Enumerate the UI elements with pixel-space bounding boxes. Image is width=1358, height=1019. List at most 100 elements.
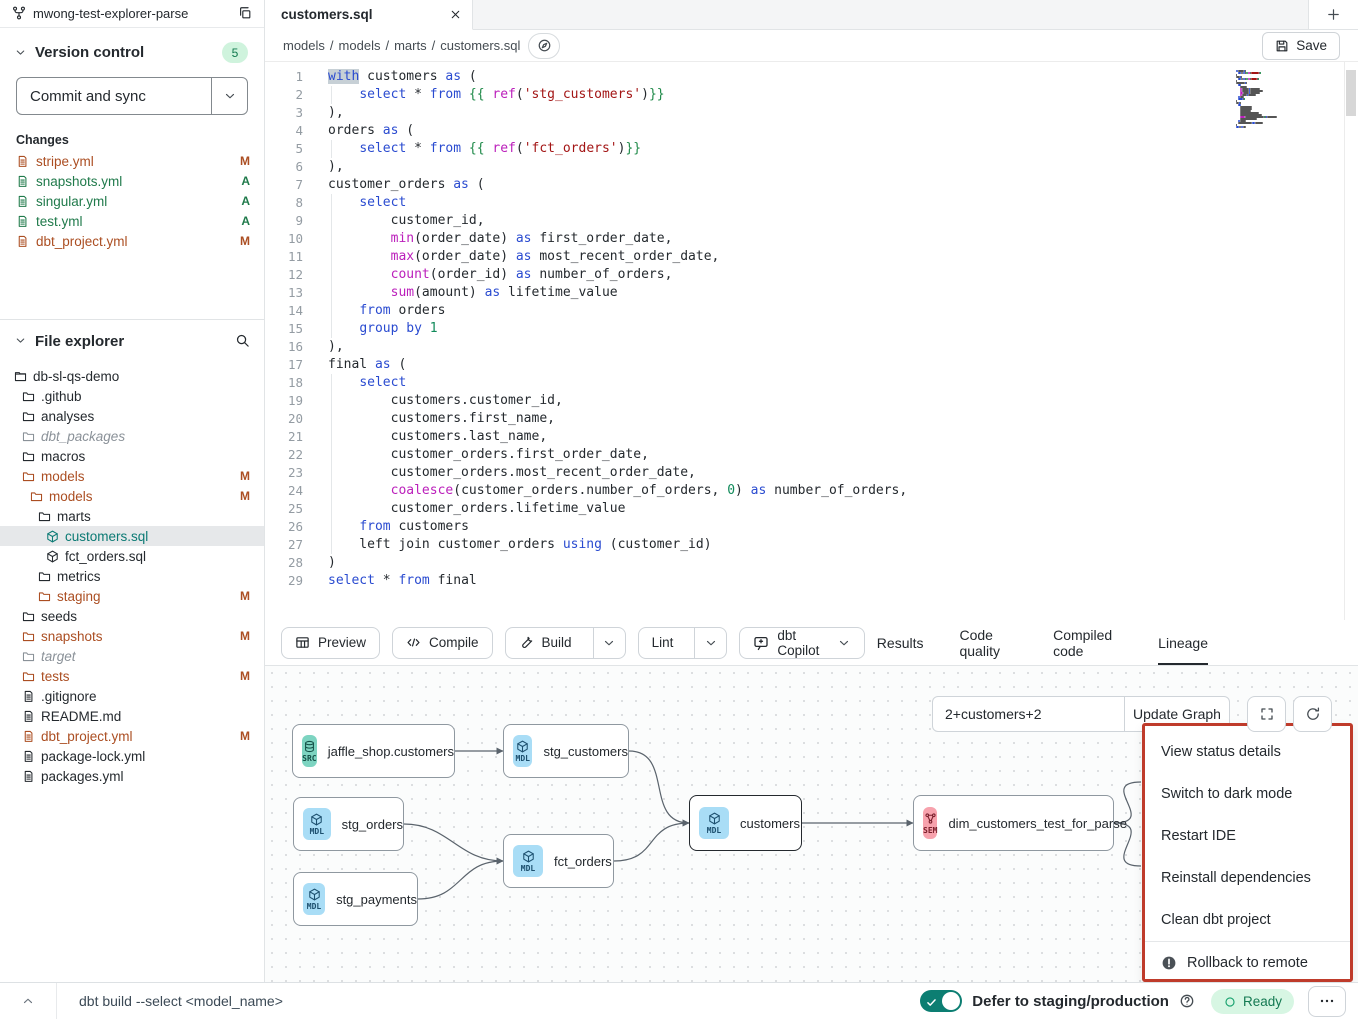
tree-item-snapshots[interactable]: snapshotsM bbox=[0, 626, 264, 646]
lineage-node-dim[interactable]: SEM dim_customers_test_for_parse bbox=[913, 795, 1114, 851]
tree-item-metrics[interactable]: metrics bbox=[0, 566, 264, 586]
preview-button[interactable]: Preview bbox=[281, 627, 380, 659]
tree-item--gitignore[interactable]: .gitignore bbox=[0, 686, 264, 706]
tree-item-packages-yml[interactable]: packages.yml bbox=[0, 766, 264, 786]
tree-item-staging[interactable]: stagingM bbox=[0, 586, 264, 606]
changed-file-row[interactable]: test.yml A bbox=[0, 211, 264, 231]
tree-item-analyses[interactable]: analyses bbox=[0, 406, 264, 426]
node-label: dim_customers_test_for_parse bbox=[948, 816, 1126, 831]
tree-item-customers-sql[interactable]: customers.sql bbox=[0, 526, 264, 546]
command-input[interactable]: dbt build --select <model_name> bbox=[79, 993, 283, 1009]
tree-item-package-lock-yml[interactable]: package-lock.yml bbox=[0, 746, 264, 766]
fullscreen-button[interactable] bbox=[1247, 696, 1286, 732]
build-options-chevron[interactable] bbox=[593, 628, 625, 658]
changed-file-row[interactable]: dbt_project.yml M bbox=[0, 231, 264, 251]
menu-item-label: Switch to dark mode bbox=[1161, 786, 1292, 802]
tree-item-models[interactable]: modelsM bbox=[0, 466, 264, 486]
menu-item-clean-dbt-project[interactable]: Clean dbt project bbox=[1145, 899, 1350, 941]
defer-toggle[interactable] bbox=[920, 990, 962, 1012]
tree-item-db-sl-qs-demo[interactable]: db-sl-qs-demo bbox=[0, 366, 264, 386]
expand-command-bar-button[interactable] bbox=[0, 983, 56, 1019]
line-number: 27 bbox=[265, 536, 303, 554]
tab-lineage[interactable]: Lineage bbox=[1158, 620, 1208, 665]
open-lineage-button[interactable] bbox=[528, 33, 560, 59]
close-icon[interactable] bbox=[449, 6, 462, 24]
file-explorer-header[interactable]: File explorer bbox=[0, 320, 264, 360]
lint-button[interactable]: Lint bbox=[638, 627, 728, 659]
copy-icon[interactable] bbox=[238, 5, 252, 23]
model-icon bbox=[46, 549, 59, 564]
lineage-node-jaffle[interactable]: SRC jaffle_shop.customers bbox=[292, 724, 455, 778]
tree-item-macros[interactable]: macros bbox=[0, 446, 264, 466]
lineage-node-stg_payments[interactable]: MDL stg_payments bbox=[293, 872, 418, 926]
editor-scrollbar[interactable] bbox=[1346, 70, 1356, 116]
lineage-selector-input[interactable] bbox=[932, 696, 1125, 732]
tree-item-fct-orders-sql[interactable]: fct_orders.sql bbox=[0, 546, 264, 566]
lineage-node-fct_orders[interactable]: MDL fct_orders bbox=[503, 834, 614, 888]
save-button[interactable]: Save bbox=[1262, 32, 1340, 60]
chevron-down-icon bbox=[602, 635, 616, 650]
dbt-copilot-button[interactable]: dbt Copilot bbox=[739, 627, 864, 659]
changed-file-row[interactable]: snapshots.yml A bbox=[0, 171, 264, 191]
compile-button[interactable]: Compile bbox=[392, 627, 493, 659]
lint-options-chevron[interactable] bbox=[694, 628, 726, 658]
more-options-button[interactable] bbox=[1308, 986, 1346, 1017]
tab-compiled-code[interactable]: Compiled code bbox=[1053, 620, 1122, 665]
menu-item-restart-ide[interactable]: Restart IDE bbox=[1145, 815, 1350, 857]
chevron-down-icon bbox=[223, 87, 237, 105]
ellipsis-icon bbox=[1319, 992, 1335, 1010]
node-label: stg_payments bbox=[336, 892, 417, 907]
breadcrumb-item[interactable]: models bbox=[283, 38, 325, 53]
tree-item-target[interactable]: target bbox=[0, 646, 264, 666]
breadcrumb-item[interactable]: marts bbox=[394, 38, 427, 53]
tree-item-readme-md[interactable]: README.md bbox=[0, 706, 264, 726]
file-icon bbox=[16, 214, 29, 229]
changed-file-name: dbt_project.yml bbox=[36, 234, 233, 249]
code-line: 6), bbox=[265, 158, 1358, 176]
search-icon[interactable] bbox=[235, 332, 250, 350]
breadcrumb-item[interactable]: models bbox=[339, 38, 381, 53]
line-number: 12 bbox=[265, 266, 303, 284]
changed-file-name: snapshots.yml bbox=[36, 174, 234, 189]
tree-item-tests[interactable]: testsM bbox=[0, 666, 264, 686]
menu-item-reinstall-dependencies[interactable]: Reinstall dependencies bbox=[1145, 857, 1350, 899]
lineage-node-stg_orders[interactable]: MDL stg_orders bbox=[293, 797, 404, 851]
folder-icon bbox=[22, 409, 35, 424]
menu-item-view-status-details[interactable]: View status details bbox=[1145, 731, 1350, 773]
lineage-panel: SRC jaffle_shop.customers MDL stg_custome… bbox=[265, 666, 1358, 982]
help-icon[interactable] bbox=[1179, 992, 1195, 1010]
table-icon bbox=[295, 635, 310, 651]
tree-item-dbt-project-yml[interactable]: dbt_project.ymlM bbox=[0, 726, 264, 746]
ide-options-menu: View status details Switch to dark mode Re… bbox=[1142, 723, 1353, 982]
tab-results[interactable]: Results bbox=[877, 620, 924, 665]
build-button[interactable]: Build bbox=[505, 627, 626, 659]
code-line: 28) bbox=[265, 554, 1358, 572]
changed-file-row[interactable]: singular.yml A bbox=[0, 191, 264, 211]
lineage-node-customers[interactable]: MDL customers bbox=[689, 795, 802, 851]
tree-item-models[interactable]: modelsM bbox=[0, 486, 264, 506]
commit-options-chevron[interactable] bbox=[211, 78, 247, 114]
minimap[interactable] bbox=[1236, 70, 1294, 128]
lineage-node-stg_customers[interactable]: MDL stg_customers bbox=[503, 724, 629, 778]
code-editor[interactable]: 1with customers as (2 select * from {{ r… bbox=[265, 62, 1358, 620]
tab-code-quality[interactable]: Code quality bbox=[959, 620, 1017, 665]
tree-item-seeds[interactable]: seeds bbox=[0, 606, 264, 626]
refresh-icon bbox=[1305, 705, 1321, 723]
breadcrumb-item[interactable]: customers.sql bbox=[440, 38, 520, 53]
commit-and-sync-button[interactable]: Commit and sync bbox=[16, 77, 248, 115]
tree-item-label: seeds bbox=[41, 609, 250, 624]
tree-item-dbt-packages[interactable]: dbt_packages bbox=[0, 426, 264, 446]
refresh-graph-button[interactable] bbox=[1293, 696, 1332, 732]
folder-icon bbox=[38, 589, 51, 604]
version-control-header[interactable]: Version control 5 bbox=[0, 28, 264, 73]
tree-item--github[interactable]: .github bbox=[0, 386, 264, 406]
menu-item-switch-to-dark-mode[interactable]: Switch to dark mode bbox=[1145, 773, 1350, 815]
tab-customers-sql[interactable]: customers.sql bbox=[265, 0, 473, 30]
line-number: 9 bbox=[265, 212, 303, 230]
changed-file-row[interactable]: stripe.yml M bbox=[0, 151, 264, 171]
menu-item-rollback-to-remote[interactable]: Rollback to remote bbox=[1145, 941, 1350, 982]
changed-file-name: singular.yml bbox=[36, 194, 234, 209]
save-icon bbox=[1275, 38, 1289, 53]
tree-item-marts[interactable]: marts bbox=[0, 506, 264, 526]
new-tab-button[interactable] bbox=[1308, 0, 1358, 29]
